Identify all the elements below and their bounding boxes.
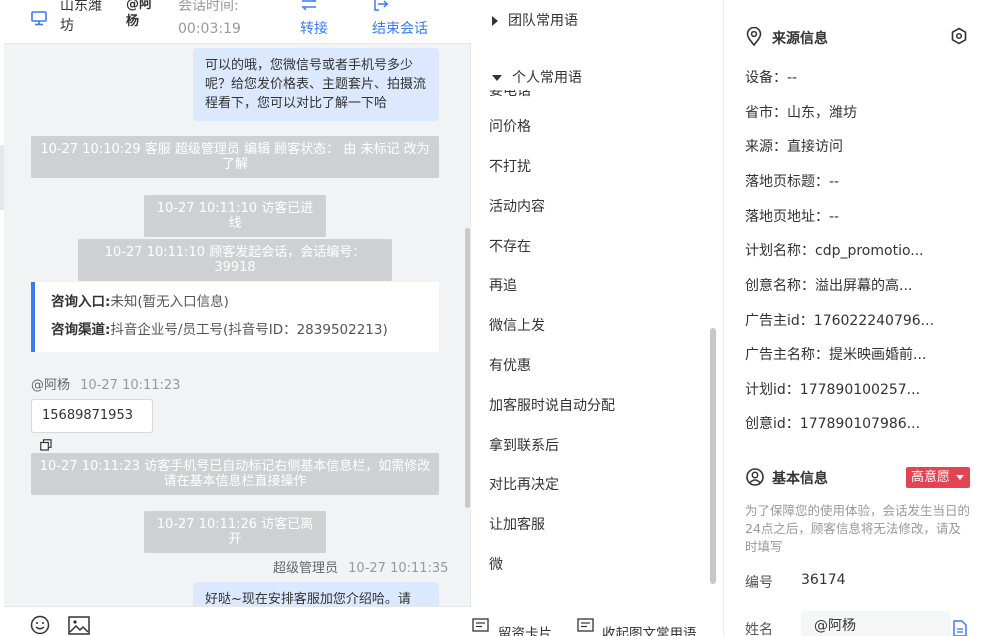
system-message: 10-27 10:11:23 访客手机号已自动标记右侧基本信息栏，如需修改请在基… bbox=[31, 453, 439, 495]
phrase-item[interactable]: 活动内容 bbox=[489, 196, 545, 216]
app-root: 山东潍坊 @阿杨 会话时间: 00:03:19 转接 结束会话 可以的哦，您微信… bbox=[0, 0, 986, 636]
caret-down-icon bbox=[956, 475, 964, 480]
user-icon bbox=[746, 468, 764, 490]
phrase-footer: 留资卡片 收起图文常用语 bbox=[472, 612, 723, 636]
visitor-handle: @阿杨 bbox=[126, 0, 153, 29]
phrase-item[interactable]: 拿到联系后 bbox=[489, 435, 559, 455]
source-info-title: 来源信息 bbox=[772, 31, 828, 47]
system-message: 10-27 10:11:10 顾客发起会话，会话编号：39918 bbox=[78, 239, 392, 281]
collapse-icon[interactable] bbox=[577, 618, 594, 636]
system-message: 10-27 10:11:10 访客已进线 bbox=[144, 195, 326, 237]
system-message: 10-27 10:11:26 访客已离开 bbox=[144, 511, 326, 553]
phrase-item[interactable]: 对比再决定 bbox=[489, 474, 559, 494]
collapse-phrases-button[interactable]: 收起图文常用语 bbox=[602, 622, 697, 636]
phrase-item[interactable]: 有优惠 bbox=[489, 355, 531, 375]
consult-channel-value: 抖音企业号/员工号(抖音号ID：2839502213) bbox=[110, 322, 388, 338]
visitor-message-meta: @阿杨 10-27 10:11:23 bbox=[31, 374, 180, 393]
visitor-name: @阿杨 bbox=[31, 378, 71, 393]
agent-message-bubble: 可以的哦，您微信号或者手机号多少呢？给您发价格表、主题套片、拍摄流程看下，您可以… bbox=[193, 48, 439, 121]
intent-tag-dropdown[interactable]: 高意愿 bbox=[906, 467, 970, 488]
caret-down-icon bbox=[492, 75, 502, 81]
source-row-landing-title: 落地页标题：-- bbox=[745, 174, 840, 190]
phrase-item[interactable]: 让加客服 bbox=[489, 514, 545, 534]
source-row-advertiser-id: 广告主id：176022240796... bbox=[745, 313, 935, 329]
caret-right-icon bbox=[492, 16, 498, 26]
customer-id-label: 编号 bbox=[745, 575, 773, 591]
customer-id-value: 36174 bbox=[801, 572, 846, 588]
end-session-button[interactable]: 结束会话 bbox=[372, 19, 428, 39]
monitor-icon bbox=[30, 9, 48, 33]
chat-panel: 山东潍坊 @阿杨 会话时间: 00:03:19 转接 结束会话 可以的哦，您微信… bbox=[4, 0, 471, 636]
source-row-region: 省市：山东，潍坊 bbox=[745, 105, 857, 121]
source-row-plan-id: 计划id：177890100257... bbox=[745, 382, 921, 398]
phrase-scrollbar[interactable] bbox=[710, 328, 716, 584]
customer-name-label: 姓名 bbox=[745, 622, 773, 636]
phrase-list: 要电话 问价格 不打扰 活动内容 不存在 再追 微信上发 有优惠 加客服时说自动… bbox=[472, 90, 723, 584]
agent-message-bubble: 好哒~现在安排客服加您介绍哈。请 bbox=[193, 582, 439, 606]
phrase-group-personal[interactable]: 个人常用语 bbox=[492, 67, 582, 87]
source-row-advertiser-name: 广告主名称：提米映画婚前... bbox=[745, 347, 927, 363]
source-row-device: 设备：-- bbox=[745, 70, 798, 86]
document-icon[interactable] bbox=[953, 620, 967, 636]
settings-hex-icon[interactable] bbox=[950, 27, 968, 49]
agent-message-meta: 超级管理员 10-27 10:11:35 bbox=[273, 557, 448, 576]
phrase-item[interactable]: 要电话 bbox=[489, 90, 531, 100]
visitor-city: 山东潍坊 bbox=[60, 0, 102, 34]
consult-entry-value: 未知(暂无入口信息) bbox=[110, 294, 229, 310]
card-icon[interactable] bbox=[472, 618, 489, 636]
consult-entry-label: 咨询入口: bbox=[51, 294, 111, 310]
image-icon[interactable] bbox=[68, 616, 90, 636]
session-time-label: 会话时间: bbox=[178, 0, 239, 14]
phone-number: 15689871953 bbox=[42, 408, 133, 423]
visitor-message-time: 10-27 10:11:23 bbox=[80, 378, 181, 393]
lead-card-button[interactable]: 留资卡片 bbox=[498, 622, 552, 636]
phrase-item[interactable]: 再追 bbox=[489, 275, 517, 295]
source-row-origin: 来源：直接访问 bbox=[745, 139, 843, 155]
transfer-button[interactable]: 转接 bbox=[300, 19, 328, 39]
edit-notice: 为了保障您的使用体验，会话发生当日的24点之后，顾客信息将无法修改，请及时填写 bbox=[745, 503, 971, 554]
chat-input-toolbar bbox=[4, 606, 471, 636]
emoji-icon[interactable] bbox=[30, 615, 50, 636]
phrase-item[interactable]: 加客服时说自动分配 bbox=[489, 395, 615, 415]
source-row-creative-id: 创意id：177890107986... bbox=[745, 416, 921, 432]
source-row-plan-name: 计划名称：cdp_promotio... bbox=[745, 243, 924, 259]
basic-info-title: 基本信息 bbox=[772, 471, 828, 487]
chat-header: 山东潍坊 @阿杨 会话时间: 00:03:19 转接 结束会话 bbox=[4, 0, 471, 44]
location-pin-icon bbox=[746, 26, 762, 50]
phrase-item[interactable]: 不打扰 bbox=[489, 156, 531, 176]
source-row-creative-name: 创意名称：溢出屏幕的高... bbox=[745, 278, 913, 294]
phrase-item[interactable]: 微 bbox=[489, 554, 503, 574]
quick-phrase-panel: 团队常用语 个人常用语 要电话 问价格 不打扰 活动内容 不存在 再追 微信上发… bbox=[472, 0, 723, 636]
source-row-landing-url: 落地页地址：-- bbox=[745, 209, 840, 225]
exit-icon[interactable] bbox=[372, 0, 390, 18]
customer-info-panel: 来源信息 设备：-- 省市：山东，潍坊 来源：直接访问 落地页标题：-- 落地页… bbox=[724, 0, 986, 636]
customer-name-field[interactable]: @阿杨 bbox=[801, 611, 951, 636]
session-time-value: 00:03:19 bbox=[178, 21, 241, 37]
phrase-item[interactable]: 问价格 bbox=[489, 116, 531, 136]
transfer-icon[interactable] bbox=[300, 0, 318, 18]
consult-info-card: 咨询入口:未知(暂无入口信息) 咨询渠道:抖音企业号/员工号(抖音号ID：283… bbox=[31, 282, 439, 352]
chat-scrollbar[interactable] bbox=[465, 228, 470, 508]
chat-messages[interactable]: 可以的哦，您微信号或者手机号多少呢？给您发价格表、主题套片、拍摄流程看下，您可以… bbox=[4, 44, 471, 606]
phrase-group-team[interactable]: 团队常用语 bbox=[492, 10, 578, 30]
consult-channel-label: 咨询渠道: bbox=[51, 322, 111, 338]
phrase-item[interactable]: 不存在 bbox=[489, 236, 531, 256]
system-message: 10-27 10:10:29 客服 超级管理员 编辑 顾客状态： 由 未标记 改… bbox=[31, 136, 439, 178]
phrase-item[interactable]: 微信上发 bbox=[489, 315, 545, 335]
agent-name: 超级管理员 bbox=[273, 561, 339, 576]
visitor-message-bubble[interactable]: 15689871953 bbox=[31, 399, 153, 451]
agent-message-time: 10-27 10:11:35 bbox=[348, 561, 449, 576]
